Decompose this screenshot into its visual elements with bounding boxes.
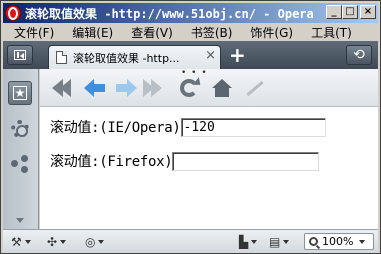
browser-window: 滚轮取值效果 -http://www.51obj.cn/ - Opera _ □… <box>0 0 381 254</box>
page-icon: ▤ <box>269 235 281 249</box>
window-title: 滚轮取值效果 -http://www.51obj.cn/ - Opera <box>25 6 314 21</box>
title-bar[interactable]: 滚轮取值效果 -http://www.51obj.cn/ - Opera _ □… <box>3 3 378 23</box>
share-menu-button[interactable]: ✣ <box>47 234 67 250</box>
navigation-toolbar: • • • <box>40 69 378 107</box>
home-icon <box>212 79 232 97</box>
chevron-down-icon <box>60 240 67 244</box>
gear-icon <box>11 120 29 138</box>
fast-forward-button[interactable] <box>143 77 162 99</box>
chevron-down-icon <box>283 240 290 244</box>
menu-edit[interactable]: 编辑(E) <box>61 24 120 41</box>
menu-bar: 文件(F) 编辑(E) 查看(V) 书签(B) 饰件(G) 工具(T) <box>3 23 378 41</box>
maximize-button[interactable]: □ <box>342 5 358 19</box>
tools-menu-button[interactable]: ⚒ <box>11 234 31 250</box>
panel-toggle-icon <box>14 50 26 60</box>
back-button[interactable] <box>84 77 106 99</box>
ie-opera-value-field[interactable]: -120 <box>180 117 326 137</box>
reload-button[interactable] <box>180 77 198 99</box>
closed-tabs-button[interactable]: ⟲ <box>346 45 372 65</box>
new-tab-button[interactable]: + <box>229 45 246 65</box>
share-icon: ✣ <box>47 235 58 249</box>
home-button[interactable] <box>212 77 232 99</box>
document-icon <box>56 51 67 64</box>
settings-button[interactable] <box>8 117 32 141</box>
view-icon: ▙ <box>239 235 249 249</box>
firefox-row: 滚动值:(Firefox) <box>50 151 320 171</box>
chevron-down-icon <box>98 240 105 244</box>
chevron-down-icon <box>24 240 31 244</box>
zoom-level: 100% <box>322 235 354 248</box>
share-icon <box>11 155 29 173</box>
opera-logo-icon <box>5 5 21 21</box>
panels-button[interactable]: ★ <box>8 81 32 105</box>
menu-file[interactable]: 文件(F) <box>3 24 61 41</box>
forward-button[interactable] <box>115 77 137 99</box>
tab-bar: 滚轮取值效果 -http... × + ⟲ <box>3 41 378 69</box>
speed-dial-button[interactable]: ◎ <box>85 234 105 250</box>
share-button[interactable] <box>8 152 32 176</box>
status-bar: ⚒ ✣ ◎ ▙ ▤ 100% <box>3 229 378 253</box>
page-content: 滚动值:(IE/Opera) -120 滚动值:(Firefox) <box>40 107 378 229</box>
menu-tools[interactable]: 工具(T) <box>300 24 359 41</box>
magnifier-icon <box>309 237 318 246</box>
page-style-button[interactable]: ▤ <box>269 234 290 250</box>
close-button[interactable]: × <box>360 5 376 19</box>
firefox-label: 滚动值:(Firefox) <box>50 154 173 170</box>
tab-close-icon[interactable]: × <box>205 48 216 63</box>
rewind-button[interactable] <box>52 77 71 99</box>
menu-bookmarks[interactable]: 书签(B) <box>180 24 240 41</box>
minimize-button[interactable]: _ <box>326 5 342 19</box>
wand-icon <box>246 80 264 96</box>
reload-icon <box>180 79 198 97</box>
menu-widgets[interactable]: 饰件(G) <box>239 24 300 41</box>
wrench-icon: ⚒ <box>11 235 22 249</box>
ie-opera-label: 滚动值:(IE/Opera) <box>50 120 181 136</box>
fast-forward-icon <box>143 79 162 97</box>
gauge-icon: ◎ <box>85 235 96 249</box>
chevron-down-icon <box>251 240 258 244</box>
ie-opera-row: 滚动值:(IE/Opera) -120 <box>50 117 326 137</box>
firefox-value-field[interactable] <box>172 151 320 171</box>
chevron-down-icon <box>359 239 366 244</box>
panel-toggle-button[interactable] <box>7 45 33 65</box>
tab-active[interactable]: 滚轮取值效果 -http... × <box>48 45 221 69</box>
wand-button[interactable] <box>245 77 265 99</box>
forward-arrow-icon <box>115 79 137 97</box>
zoom-control[interactable]: 100% <box>304 233 374 250</box>
view-mode-button[interactable]: ▙ <box>239 234 258 250</box>
chevron-down-icon[interactable] <box>16 218 24 223</box>
rewind-icon <box>52 79 71 97</box>
drag-handle-icon[interactable]: • • • <box>181 69 208 78</box>
side-panel: ★ <box>3 69 39 229</box>
menu-view[interactable]: 查看(V) <box>120 24 180 41</box>
back-arrow-icon <box>84 79 106 97</box>
window-controls: _ □ × <box>326 5 376 19</box>
panels-icon: ★ <box>13 86 27 100</box>
tab-title: 滚轮取值效果 -http... <box>73 51 180 65</box>
